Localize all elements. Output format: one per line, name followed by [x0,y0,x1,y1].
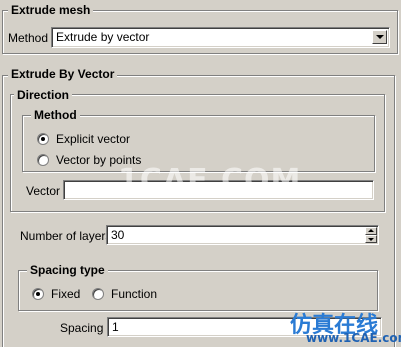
extrude-mesh-title: Extrude mesh [8,3,94,17]
direction-title: Direction [14,88,73,102]
function-label[interactable]: Function [111,287,157,301]
spinner-up-icon[interactable] [365,227,377,235]
vector-label: Vector [26,184,61,198]
method-dropdown[interactable]: Extrude by vector [51,27,390,48]
fixed-label[interactable]: Fixed [51,287,80,301]
spacing-type-title: Spacing type [27,263,108,277]
extrude-mesh-panel: Extrude mesh Method Extrude by vector Ex… [0,0,401,347]
radio-function[interactable] [92,288,104,300]
layers-input[interactable]: 30 [106,225,379,245]
layers-label: Number of layers [20,229,112,243]
extrude-by-vector-title: Extrude By Vector [8,67,118,81]
spacing-label: Spacing [60,321,104,335]
explicit-vector-label[interactable]: Explicit vector [56,132,130,146]
method-label: Method [8,31,49,45]
spinner-down-icon[interactable] [365,235,377,243]
direction-method-title: Method [31,108,80,122]
layers-input-value: 30 [111,228,125,242]
method-dropdown-value: Extrude by vector [56,30,150,44]
watermark-text: 1CAE.COM [118,163,302,198]
dropdown-arrow-icon[interactable] [372,30,387,44]
brand-url: www.1CAE.com [306,331,401,345]
radio-vector-by-points[interactable] [37,154,49,166]
radio-fixed[interactable] [32,288,44,300]
radio-explicit-vector[interactable] [37,133,49,145]
spacing-input-value: 1 [112,320,119,334]
